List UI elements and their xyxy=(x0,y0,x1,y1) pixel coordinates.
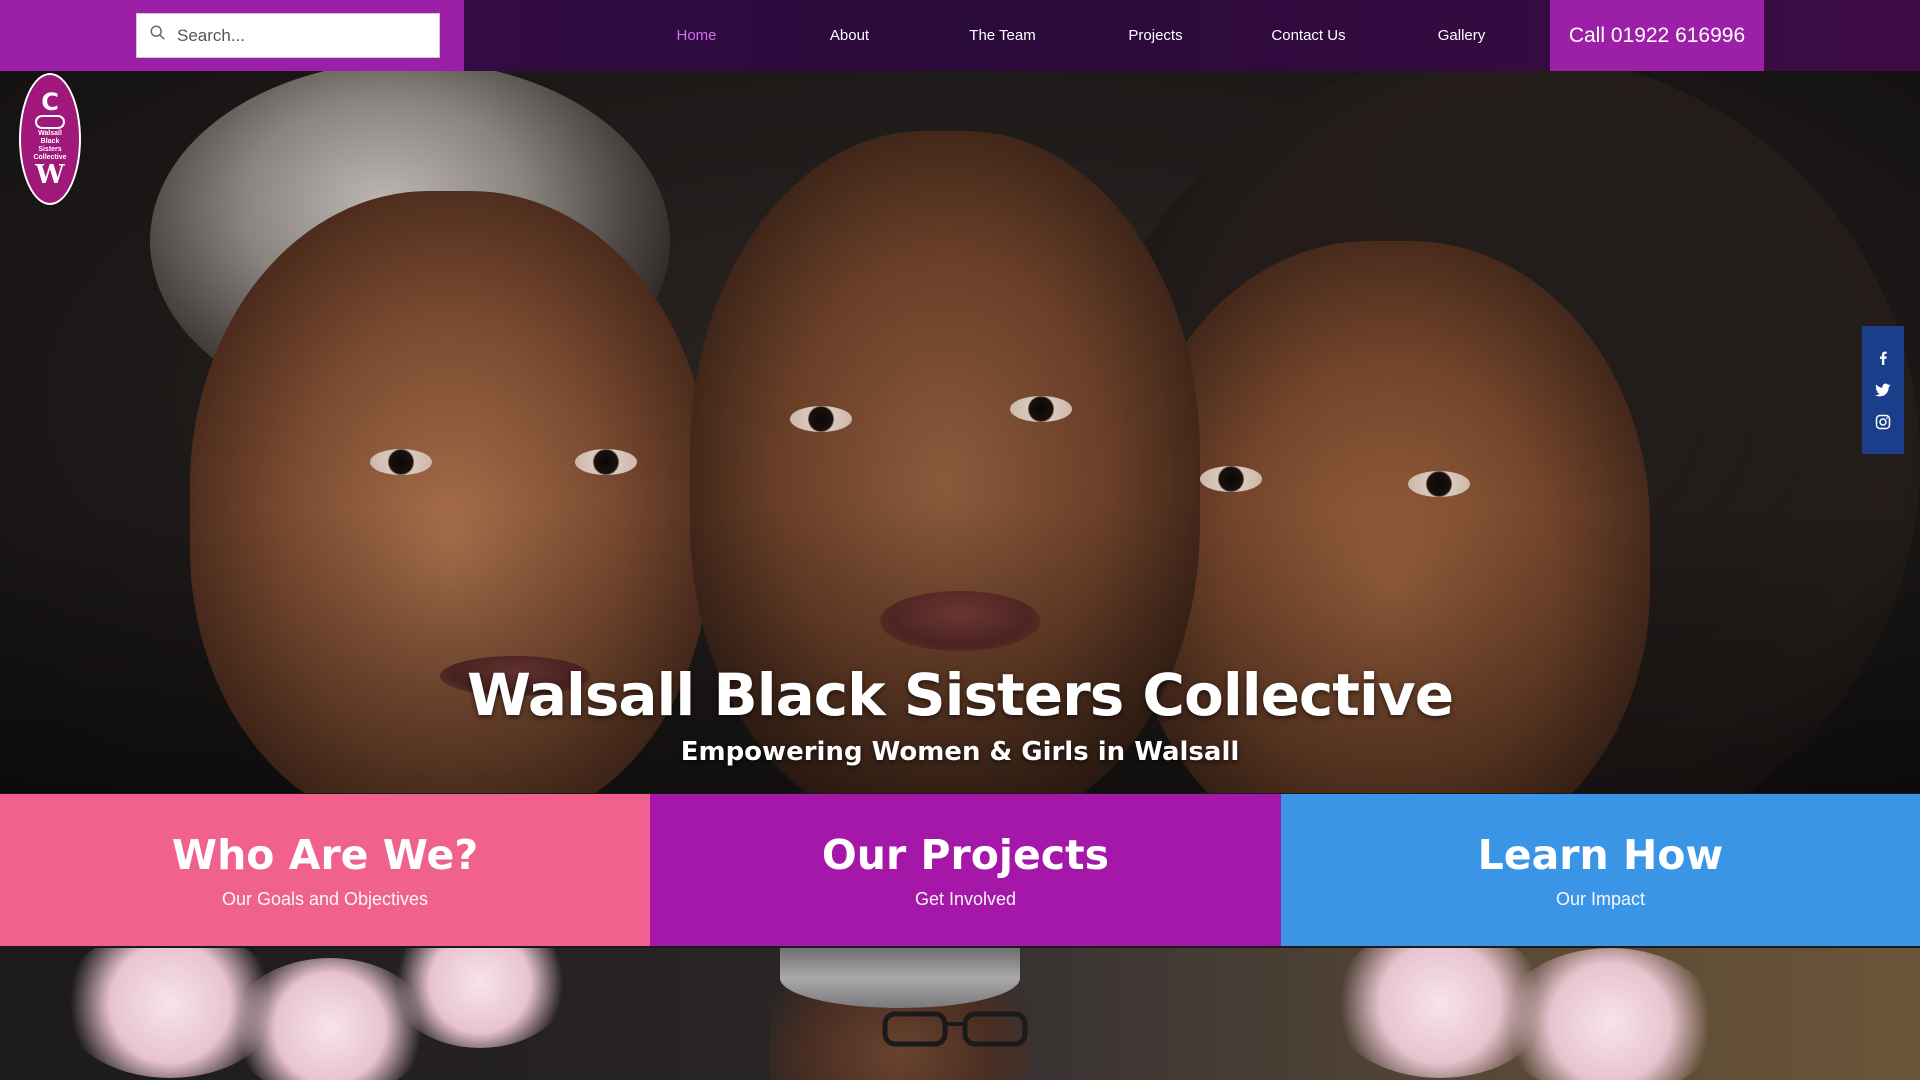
nav-item-about[interactable]: About xyxy=(773,27,926,44)
search-input[interactable] xyxy=(177,25,427,46)
nav-item-projects[interactable]: Projects xyxy=(1079,27,1232,44)
logo-letter-bottom: W xyxy=(35,160,65,190)
logo-mark-icon xyxy=(35,115,65,129)
card-title: Learn How xyxy=(1477,830,1724,879)
search-icon xyxy=(149,24,167,47)
main-nav: Home About The Team Projects Contact Us … xyxy=(620,0,1538,71)
card-title: Who Are We? xyxy=(171,830,479,879)
logo-text-line: Sisters xyxy=(38,146,62,153)
twitter-icon[interactable] xyxy=(1874,381,1892,399)
card-learn-how[interactable]: Learn How Our Impact xyxy=(1281,794,1920,946)
blossom-decoration xyxy=(1500,948,1720,1080)
hero-title: Walsall Black Sisters Collective xyxy=(466,661,1454,729)
card-subtitle: Get Involved xyxy=(914,888,1017,909)
photo-headwrap xyxy=(780,948,1020,1008)
search-zone xyxy=(0,0,464,71)
nav-item-the-team[interactable]: The Team xyxy=(926,27,1079,44)
nav-item-contact-us[interactable]: Contact Us xyxy=(1232,27,1385,44)
instagram-icon[interactable] xyxy=(1874,413,1892,431)
site-header: Home About The Team Projects Contact Us … xyxy=(0,0,1920,71)
hero-subtitle: Empowering Women & Girls in Walsall xyxy=(680,737,1240,767)
bottom-photo-strip xyxy=(0,948,1920,1080)
photo-glasses xyxy=(882,1011,1028,1047)
card-subtitle: Our Goals and Objectives xyxy=(221,888,429,909)
hero-banner: Walsall Black Sisters Collective Empower… xyxy=(0,71,1920,793)
nav-item-home[interactable]: Home xyxy=(620,27,773,44)
facebook-icon[interactable] xyxy=(1874,349,1892,367)
logo-text-line: Black xyxy=(40,138,60,145)
site-logo[interactable]: C Walsall Black Sisters Collective W xyxy=(19,73,81,205)
nav-item-gallery[interactable]: Gallery xyxy=(1385,27,1538,44)
call-button[interactable]: Call 01922 616996 xyxy=(1550,0,1764,71)
card-who-are-we[interactable]: Who Are We? Our Goals and Objectives xyxy=(0,794,650,946)
social-bar xyxy=(1862,326,1904,454)
card-our-projects[interactable]: Our Projects Get Involved xyxy=(650,794,1281,946)
feature-cards: Who Are We? Our Goals and Objectives Our… xyxy=(0,794,1920,946)
logo-text-line: Walsall xyxy=(38,130,62,137)
logo-letter-top: C xyxy=(41,88,59,116)
card-title: Our Projects xyxy=(821,830,1110,879)
card-subtitle: Our Impact xyxy=(1555,888,1646,909)
search-box[interactable] xyxy=(136,13,440,58)
